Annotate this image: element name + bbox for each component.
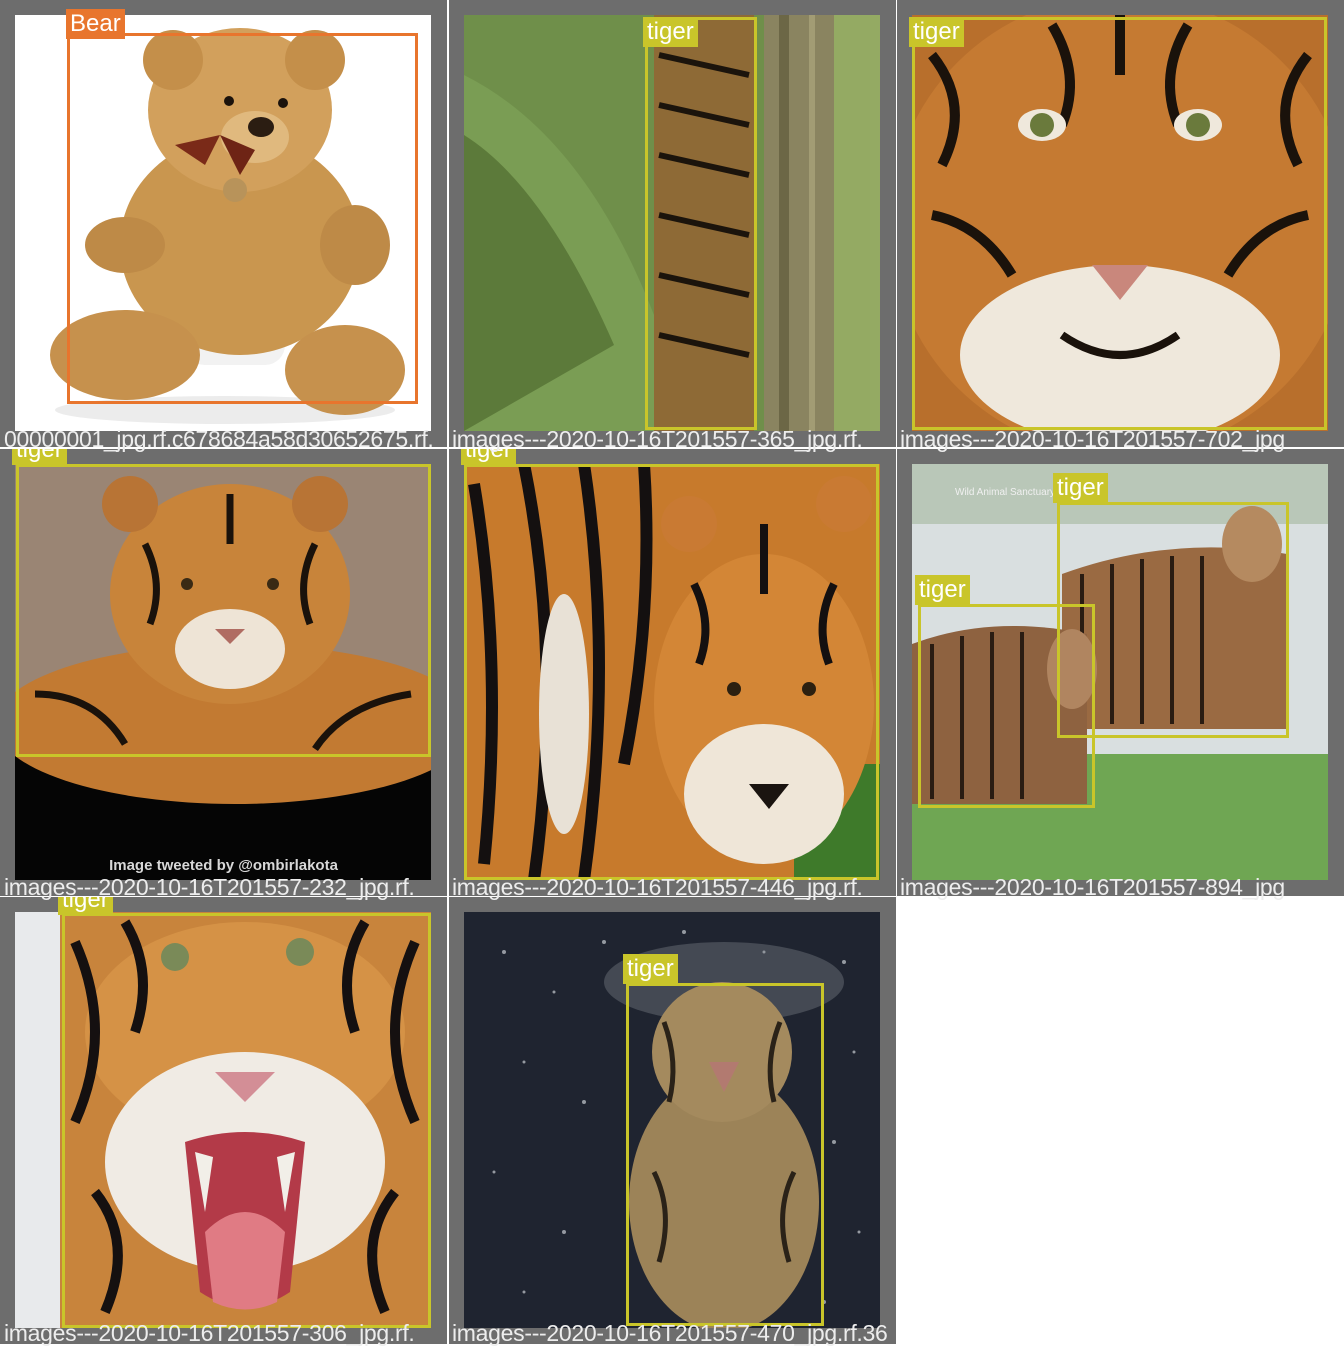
tile-caption: images---2020-10-16T201557-894_jpg xyxy=(900,874,1285,900)
tiger-label: tiger xyxy=(623,954,678,984)
tile-caption: images---2020-10-16T201557-446_jpg.rf. xyxy=(452,874,863,900)
bear-label: Bear xyxy=(66,9,125,39)
tiger-label-front: tiger xyxy=(915,575,970,605)
tiger-bounding-box-front[interactable] xyxy=(918,604,1095,808)
image-tile-tiger-walking[interactable]: tiger xyxy=(449,449,896,896)
image-tile-tiger-grass[interactable]: tiger xyxy=(449,0,896,447)
tile-caption: images---2020-10-16T201557-702_jpg xyxy=(900,426,1285,452)
image-tile-tiger-lying[interactable]: tiger Image tweeted by @ombirlakota xyxy=(0,449,447,896)
tiger-bounding-box[interactable] xyxy=(62,913,431,1328)
tiger-bounding-box[interactable] xyxy=(626,983,824,1326)
image-tile-tiger-roaring[interactable]: tiger xyxy=(0,897,447,1344)
tile-caption: images---2020-10-16T201557-365_jpg.rf. xyxy=(452,426,863,452)
tiger-bounding-box[interactable] xyxy=(912,17,1327,430)
tile-caption: 00000001_jpg.rf.c678684a58d30652675.rf. xyxy=(4,426,434,452)
watermark-text: Image tweeted by @ombirlakota xyxy=(109,857,338,874)
image-tile-tiger-face[interactable]: tiger xyxy=(897,0,1344,447)
tile-caption: images---2020-10-16T201557-470_jpg.rf.36 xyxy=(452,1320,888,1346)
tile-caption: images---2020-10-16T201557-306_jpg.rf. xyxy=(4,1320,415,1346)
tiger-bounding-box[interactable] xyxy=(464,464,879,880)
tiger-label-back: tiger xyxy=(1053,473,1108,503)
tiger-label: tiger xyxy=(643,17,698,47)
watermark-text: Wild Animal Sanctuary xyxy=(955,487,1056,498)
image-tile-two-tigers[interactable]: Wild Animal Sanctuary tiger tiger xyxy=(897,449,1344,896)
tiger-bounding-box[interactable] xyxy=(645,17,757,430)
image-tile-bear[interactable]: Bear xyxy=(0,0,447,447)
bear-bounding-box[interactable] xyxy=(67,33,418,404)
tiger-bounding-box[interactable] xyxy=(16,464,431,757)
tile-caption: images---2020-10-16T201557-232_jpg.rf. xyxy=(4,874,415,900)
tiger-label: tiger xyxy=(909,17,964,47)
image-tile-tiger-splash[interactable]: tiger xyxy=(449,897,896,1344)
